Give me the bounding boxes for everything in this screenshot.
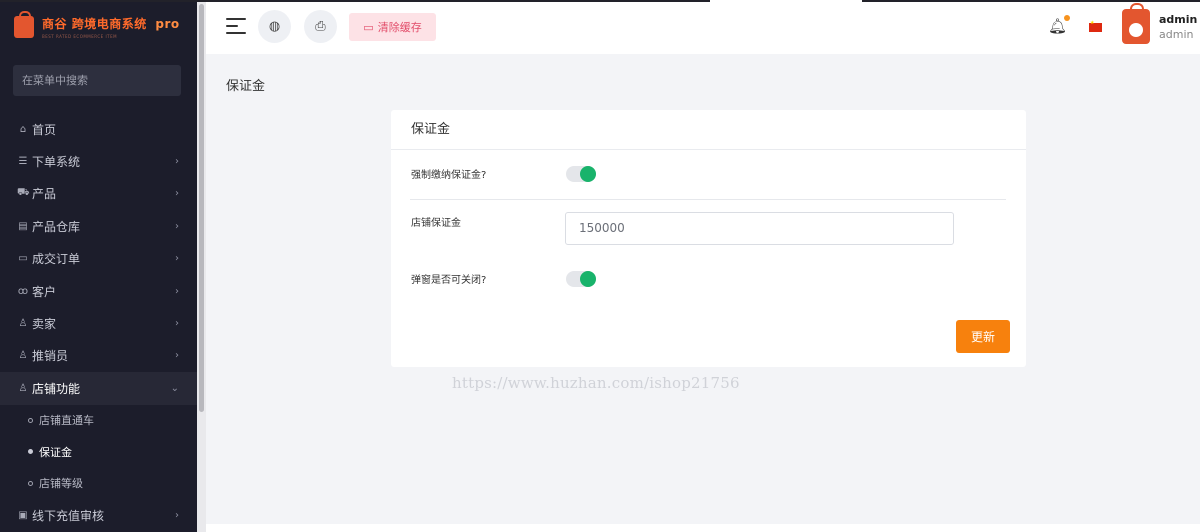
clear-cache-button[interactable]: ▭ 清除缓存 bbox=[349, 13, 436, 41]
sidebar-item-promoters[interactable]: ♙ 推销员 › bbox=[0, 340, 197, 372]
cart-icon: ⛟ bbox=[17, 187, 30, 199]
logo-name: 商谷 bbox=[42, 17, 68, 31]
card-title: 保证金 bbox=[391, 110, 1026, 150]
hamburger-icon[interactable] bbox=[226, 18, 246, 36]
order-icon: ▭ bbox=[18, 253, 28, 265]
chevron-right-icon: › bbox=[175, 509, 179, 521]
printer-icon: ⎙ bbox=[315, 19, 326, 34]
globe-icon: ◍ bbox=[268, 19, 281, 34]
card-icon: ▣ bbox=[18, 509, 28, 521]
inbox-icon: ▭ bbox=[363, 20, 374, 34]
sidebar-item-products[interactable]: ⛟ 产品 › bbox=[0, 178, 197, 210]
circle-icon bbox=[28, 417, 33, 423]
update-button[interactable]: 更新 bbox=[956, 320, 1010, 353]
scrollbar-thumb[interactable] bbox=[199, 4, 204, 412]
sidebar-scrollbar[interactable] bbox=[197, 0, 206, 532]
user-icon: ♙ bbox=[18, 350, 28, 362]
globe-button[interactable]: ◍ bbox=[258, 10, 291, 43]
sidebar-item-offline-recharge[interactable]: ▣ 线下充值审核 › bbox=[0, 499, 197, 531]
list-icon: ☰ bbox=[18, 156, 28, 168]
chevron-right-icon: › bbox=[175, 220, 179, 232]
chevron-right-icon: › bbox=[175, 188, 179, 200]
chevron-right-icon: › bbox=[175, 156, 179, 168]
sidebar-subitem-store-level[interactable]: 店铺等级 bbox=[0, 468, 197, 500]
store-deposit-input[interactable]: 150000 bbox=[565, 212, 954, 245]
sidebar-subitem-deposit[interactable]: 保证金 bbox=[0, 436, 197, 468]
popup-closable-label: 弹窗是否可关闭? bbox=[411, 275, 487, 286]
divider bbox=[410, 199, 1006, 200]
popup-closable-toggle[interactable] bbox=[566, 271, 596, 287]
footer bbox=[206, 524, 1200, 532]
sidebar-item-warehouse[interactable]: ▤ 产品仓库 › bbox=[0, 210, 197, 242]
logo-subtitle: 跨境电商系统 bbox=[71, 17, 147, 31]
chevron-right-icon: › bbox=[175, 253, 179, 265]
sidebar-item-store-functions[interactable]: ♙ 店铺功能 ⌄ bbox=[0, 372, 197, 405]
shopping-bag-icon bbox=[14, 11, 34, 38]
logo-tagline: BEST RATED ECOMMERCE ITEM bbox=[42, 34, 118, 39]
home-icon: ⌂ bbox=[19, 123, 27, 135]
page-title: 保证金 bbox=[226, 79, 266, 94]
menu-search-input[interactable]: 在菜单中搜索 bbox=[13, 65, 181, 96]
user-role: admin bbox=[1159, 28, 1194, 41]
logo[interactable]: 商谷 跨境电商系统 pro BEST RATED ECOMMERCE ITEM bbox=[0, 0, 197, 54]
notification-button[interactable]: 🔔︎ bbox=[1048, 15, 1071, 35]
circle-icon bbox=[28, 449, 33, 455]
deposit-settings-card: 保证金 强制缴纳保证金? 店铺保证金 150000 弹窗是否可关闭? 更新 bbox=[391, 110, 1026, 367]
watermark: https://www.huzhan.com/ishop21756 bbox=[452, 374, 740, 392]
chevron-down-icon: ⌄ bbox=[170, 382, 179, 394]
china-flag-icon[interactable] bbox=[1089, 20, 1102, 32]
top-border bbox=[862, 0, 1200, 2]
force-deposit-toggle[interactable] bbox=[566, 166, 596, 182]
users-icon: ꝏ bbox=[17, 285, 29, 297]
chevron-right-icon: › bbox=[175, 350, 179, 362]
force-deposit-label: 强制缴纳保证金? bbox=[411, 170, 487, 181]
logo-badge: pro bbox=[155, 17, 180, 31]
chevron-right-icon: › bbox=[175, 285, 179, 297]
user-name[interactable]: admin bbox=[1159, 13, 1197, 26]
sidebar-item-orders[interactable]: ▭ 成交订单 › bbox=[0, 243, 197, 275]
user-icon: ♙ bbox=[18, 382, 28, 394]
avatar[interactable] bbox=[1122, 3, 1150, 44]
user-icon: ♙ bbox=[18, 318, 28, 330]
chevron-right-icon: › bbox=[175, 318, 179, 330]
sidebar-item-order-system[interactable]: ☰ 下单系统 › bbox=[0, 145, 197, 177]
sidebar-item-customers[interactable]: ꝏ 客户 › bbox=[0, 275, 197, 307]
sidebar: 商谷 跨境电商系统 pro BEST RATED ECOMMERCE ITEM … bbox=[0, 0, 197, 532]
print-button[interactable]: ⎙ bbox=[304, 10, 337, 43]
sidebar-menu: ⌂ 首页 ☰ 下单系统 › ⛟ 产品 › ▤ 产品仓库 › ▭ 成交订单 › ꝏ… bbox=[0, 113, 197, 531]
notification-badge bbox=[1064, 15, 1071, 21]
sidebar-item-sellers[interactable]: ♙ 卖家 › bbox=[0, 307, 197, 339]
sidebar-subitem-store-express[interactable]: 店铺直通车 bbox=[0, 405, 197, 437]
top-border bbox=[0, 0, 710, 2]
circle-icon bbox=[28, 480, 33, 486]
store-deposit-label: 店铺保证金 bbox=[411, 218, 461, 229]
top-header: ◍ ⎙ ▭ 清除缓存 🔔︎ admin admin bbox=[206, 0, 1200, 54]
sidebar-item-home[interactable]: ⌂ 首页 bbox=[0, 113, 197, 145]
warehouse-icon: ▤ bbox=[18, 220, 28, 232]
